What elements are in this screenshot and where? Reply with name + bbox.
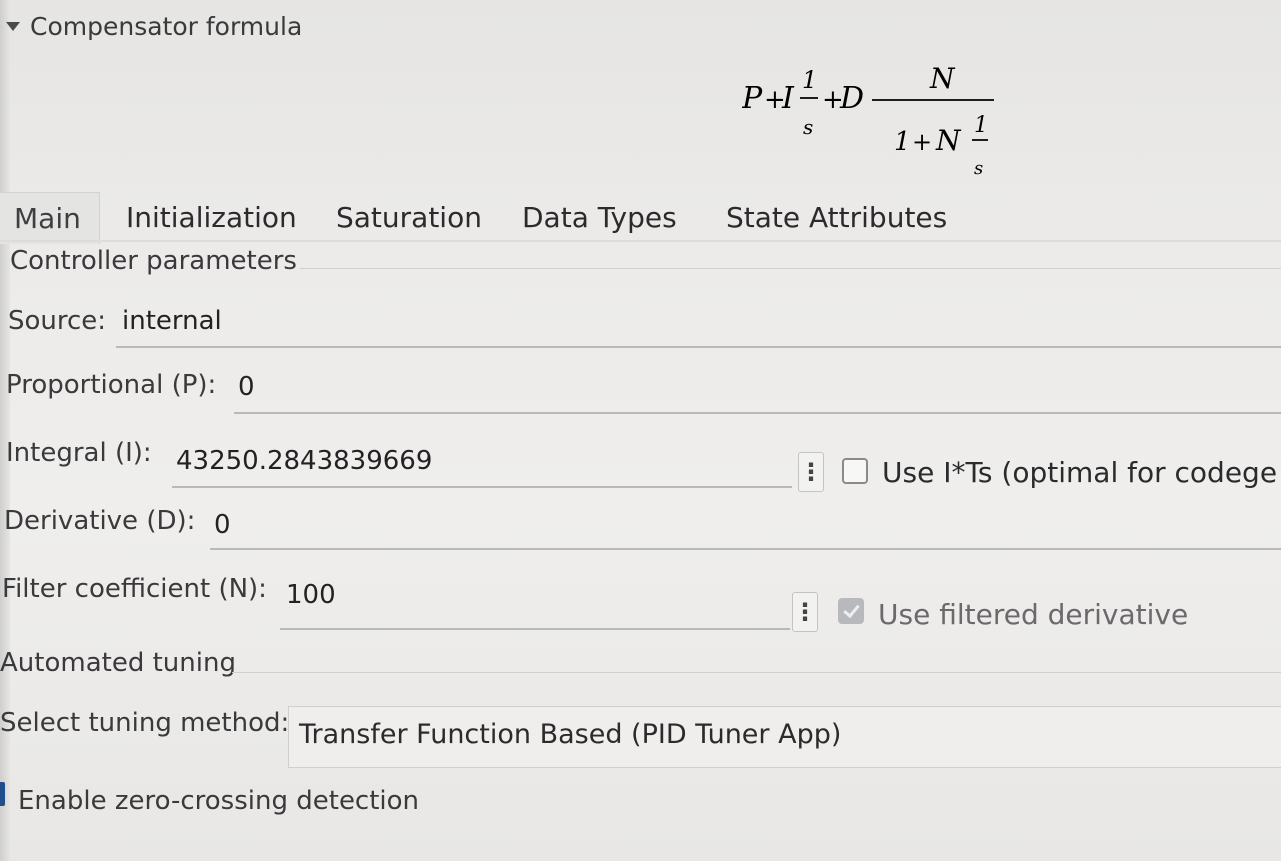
source-underline <box>116 346 1281 348</box>
formula-N-numerator: N <box>929 62 956 95</box>
filter-more-button[interactable]: ⋮ <box>792 592 818 632</box>
integral-more-button[interactable]: ⋮ <box>798 452 824 492</box>
integral-underline <box>172 486 792 488</box>
tuning-method-value: Transfer Function Based (PID Tuner App) <box>299 719 842 750</box>
derivative-underline <box>210 548 1281 550</box>
tab-strip-border <box>0 240 1281 242</box>
formula-s-1: s <box>803 115 813 139</box>
use-its-checkbox[interactable] <box>842 458 868 484</box>
zero-crossing-label: Enable zero-crossing detection <box>18 786 420 816</box>
formula-den-plus: + <box>912 128 932 156</box>
controller-parameters-heading: Controller parameters <box>10 246 297 276</box>
group-divider <box>300 268 1281 269</box>
proportional-underline <box>234 412 1281 414</box>
compensator-formula: P + I 1 s + D N 1 + N 1 s <box>741 60 1002 184</box>
source-label: Source: <box>8 306 107 336</box>
source-select[interactable]: internal <box>122 306 222 336</box>
use-its-label: Use I*Ts (optimal for codege <box>882 456 1278 489</box>
tab-data-types[interactable]: Data Types <box>522 192 677 244</box>
tab-initialization[interactable]: Initialization <box>126 192 297 244</box>
filter-coefficient-label: Filter coefficient (N): <box>2 574 267 604</box>
derivative-label: Derivative (D): <box>4 506 196 536</box>
formula-den-one: 1 <box>894 127 911 157</box>
proportional-label: Proportional (P): <box>6 370 217 400</box>
formula-s-2: s <box>974 158 983 179</box>
tab-state-attributes[interactable]: State Attributes <box>726 192 947 244</box>
formula-D: D <box>839 81 864 116</box>
filter-coefficient-underline <box>280 628 790 630</box>
block-parameters-dialog: Compensator formula P + I 1 s + D N 1 + … <box>0 0 1281 861</box>
filter-coefficient-input[interactable]: 100 <box>286 580 336 610</box>
use-filtered-derivative-label: Use filtered derivative <box>878 598 1189 631</box>
integral-label: Integral (I): <box>6 438 152 468</box>
derivative-input[interactable]: 0 <box>214 510 231 540</box>
compensator-formula-section-toggle[interactable]: Compensator formula <box>6 12 302 41</box>
section-title: Compensator formula <box>30 12 303 41</box>
tuning-method-dropdown[interactable]: Transfer Function Based (PID Tuner App) <box>288 706 1281 768</box>
formula-P: P <box>742 81 763 116</box>
tab-main[interactable]: Main <box>0 192 100 244</box>
use-filtered-derivative-checkbox[interactable] <box>838 598 864 624</box>
proportional-input[interactable]: 0 <box>238 372 255 402</box>
formula-I: I <box>781 81 795 116</box>
zero-crossing-checkbox[interactable] <box>0 782 5 806</box>
integral-input[interactable]: 43250.2843839669 <box>176 446 432 476</box>
formula-one-1: 1 <box>802 66 817 94</box>
formula-den-N: N <box>935 124 962 157</box>
tuning-method-label: Select tuning method: <box>0 708 290 738</box>
tab-saturation[interactable]: Saturation <box>336 192 482 244</box>
automated-tuning-heading: Automated tuning <box>0 648 236 678</box>
collapse-triangle-icon[interactable] <box>6 22 20 31</box>
formula-one-2: 1 <box>974 113 988 138</box>
tuning-group-divider <box>232 672 1281 673</box>
